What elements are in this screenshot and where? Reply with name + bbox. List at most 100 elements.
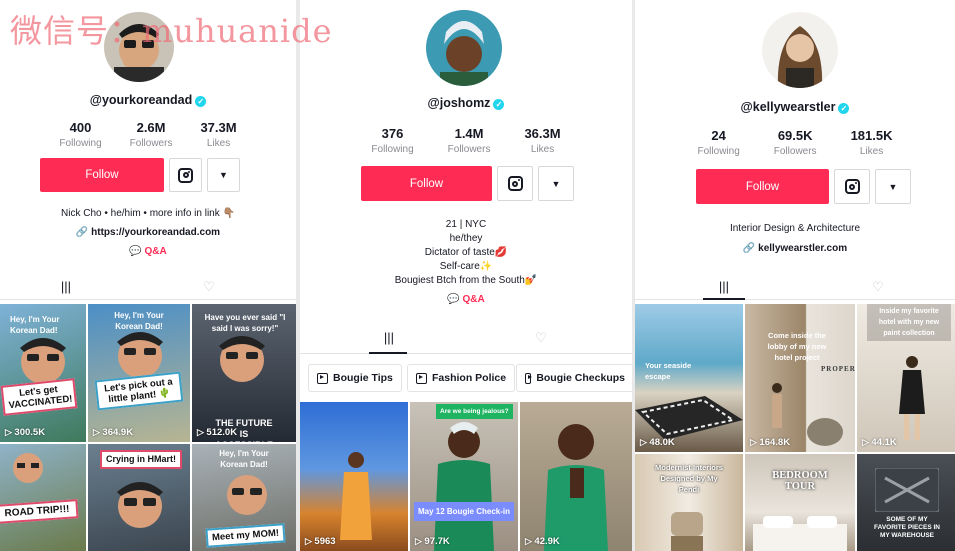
view-count: 97.7K <box>415 536 449 547</box>
video-overlay-text: Are we being jealous? <box>436 404 513 419</box>
more-options-button[interactable]: ▼ <box>207 158 240 192</box>
profile-avatar[interactable] <box>426 10 502 86</box>
view-count: 364.9K <box>93 427 133 438</box>
grid-icon: ||| <box>718 279 730 294</box>
caret-down-icon: ▼ <box>219 170 228 180</box>
video-tile[interactable]: Modernist Interiors Designed by My Pendi <box>635 454 743 551</box>
more-options-button[interactable]: ▼ <box>538 166 574 201</box>
active-tab-indicator <box>703 298 745 300</box>
verified-badge-icon: ✓ <box>195 96 207 107</box>
video-caption: May 12 Bougie Check-in <box>414 502 514 521</box>
video-caption: Meet my MOM! <box>205 523 286 548</box>
video-tile[interactable]: Have you ever said "I said I was sorry!"… <box>192 304 296 442</box>
instagram-button[interactable] <box>834 169 870 204</box>
playlist-pill[interactable]: Bougie Tips <box>308 364 402 392</box>
bio-line: he/they <box>449 233 483 244</box>
profile-bio: Interior Design & Architecture <box>729 223 861 234</box>
profile-handle: @yourkoreandad ✓ <box>0 93 296 107</box>
profile-link[interactable]: 🔗 https://yourkoreandad.com <box>0 226 296 240</box>
video-thumbnail-figure <box>340 452 372 540</box>
qa-link[interactable]: 💬 Q&A <box>0 246 296 257</box>
view-count: 300.5K <box>5 427 45 438</box>
profile-stats: 400 Following 2.6M Followers 37.3M Likes <box>0 120 296 149</box>
stat-likes: 37.3M Likes <box>200 120 237 149</box>
video-tile[interactable]: Are we being jealous? May 12 Bougie Chec… <box>410 402 518 551</box>
follow-button[interactable]: Follow <box>40 158 164 192</box>
videos-grid-tab[interactable]: ||| <box>378 330 400 345</box>
video-tile[interactable]: Your seaside escape 48.0K <box>635 304 743 452</box>
instagram-button[interactable] <box>169 158 202 192</box>
video-tile[interactable]: Hey, I'm Your Korean Dad! Let's get VACC… <box>0 304 86 442</box>
video-tile[interactable]: SOME OF MY FAVORITE PIECES IN MY WAREHOU… <box>857 454 955 551</box>
video-caption: ROAD TRIP!!! <box>0 499 79 524</box>
profile-tabs: ||| ♡ <box>300 322 632 354</box>
video-thumbnail-figure <box>899 356 925 440</box>
video-tile[interactable]: BEDROOM TOUR <box>745 454 855 551</box>
video-tile[interactable]: Hey, I'm Your Korean Dad! Meet my MOM! <box>192 444 296 551</box>
profile-bio: 21 | NYC he/they Dictator of taste💋 Self… <box>300 218 632 288</box>
video-caption: Let's pick out a little plant! 🌵 <box>94 371 184 411</box>
verified-badge-icon: ✓ <box>493 99 505 110</box>
video-tile[interactable]: ROAD TRIP!!! <box>0 444 86 551</box>
video-caption: PROPER <box>821 365 855 373</box>
profile-bio: Nick Cho • he/him • more info in link 👇🏽 <box>61 208 235 219</box>
instagram-icon <box>507 176 523 191</box>
instagram-icon <box>178 167 193 183</box>
video-tile[interactable]: Crying in HMart! <box>88 444 190 551</box>
videos-grid-tab[interactable]: ||| <box>55 279 77 294</box>
profile-stats: 24 Following 69.5K Followers 181.5K Likes <box>635 128 955 157</box>
video-thumbnail-figure <box>219 336 265 382</box>
qa-link[interactable]: 💬 Q&A <box>300 294 632 305</box>
video-tile[interactable]: 42.9K <box>520 402 632 551</box>
stat-likes: 36.3M Likes <box>524 126 561 155</box>
profile-panel-joshomz: @joshomz ✓ 376 Following 1.4M Followers 36.… <box>300 0 632 551</box>
playlist-pill[interactable]: Bougie Checkups <box>516 364 632 392</box>
video-tile[interactable]: 5963 <box>300 402 408 551</box>
liked-heart-icon: ♡ <box>535 330 547 345</box>
profile-avatar[interactable] <box>762 12 838 88</box>
video-caption: Let's get VACCINATED! <box>0 378 78 416</box>
qa-icon: 💬 <box>129 246 145 257</box>
videos-grid-tab[interactable]: ||| <box>713 279 735 294</box>
video-caption: SOME OF MY FAVORITE PIECES IN MY WAREHOU… <box>874 516 940 539</box>
profile-handle: @kellywearstler ✓ <box>635 100 955 114</box>
view-count: 164.8K <box>750 437 790 448</box>
profile-stats: 376 Following 1.4M Followers 36.3M Likes <box>300 126 632 155</box>
video-overlay-text: Modernist Interiors Designed by My Pendi <box>655 463 723 494</box>
stat-followers: 2.6M Followers <box>129 120 173 149</box>
stat-followers: 69.5K Followers <box>773 128 817 157</box>
active-tab-indicator <box>369 352 407 354</box>
video-tile[interactable]: Come inside the lobby of my new hotel pr… <box>745 304 855 452</box>
follow-button[interactable]: Follow <box>696 169 829 204</box>
playlist-pill[interactable]: Fashion Police <box>407 364 516 392</box>
playlist-icon <box>525 372 533 384</box>
link-icon: 🔗 <box>742 243 759 254</box>
grid-icon: ||| <box>60 279 72 294</box>
stat-followers: 1.4M Followers <box>447 126 491 155</box>
view-count: 48.0K <box>640 437 674 448</box>
video-overlay-text: Your seaside escape <box>645 361 692 381</box>
video-overlay-text: Hey, I'm Your Korean Dad! <box>219 449 269 469</box>
caret-down-icon: ▼ <box>551 178 561 189</box>
grid-icon: ||| <box>383 330 395 345</box>
liked-videos-tab[interactable]: ♡ <box>867 279 889 295</box>
watermark-text: 微信号：muhuanide <box>10 12 333 50</box>
playlist-icon <box>416 372 427 384</box>
video-caption: BEDROOM TOUR <box>772 470 828 492</box>
follow-button[interactable]: Follow <box>361 166 492 201</box>
video-tile[interactable]: Hey, I'm Your Korean Dad! Let's pick out… <box>88 304 190 442</box>
liked-videos-tab[interactable]: ♡ <box>530 330 552 346</box>
liked-heart-icon: ♡ <box>872 279 884 294</box>
profile-link[interactable]: 🔗 kellywearstler.com <box>635 242 955 256</box>
liked-videos-tab[interactable]: ♡ <box>198 279 220 295</box>
video-tile[interactable]: Inside my favorite hotel with my new pai… <box>857 304 955 452</box>
video-thumbnail-figure <box>227 475 267 515</box>
instagram-button[interactable] <box>497 166 533 201</box>
video-thumbnail-chair <box>671 512 703 551</box>
link-icon: 🔗 <box>75 227 92 238</box>
more-options-button[interactable]: ▼ <box>875 169 911 204</box>
caret-down-icon: ▼ <box>888 181 898 192</box>
video-thumbnail-figure <box>544 424 608 551</box>
view-count: 5963 <box>305 536 335 547</box>
playlist-icon <box>317 372 328 384</box>
